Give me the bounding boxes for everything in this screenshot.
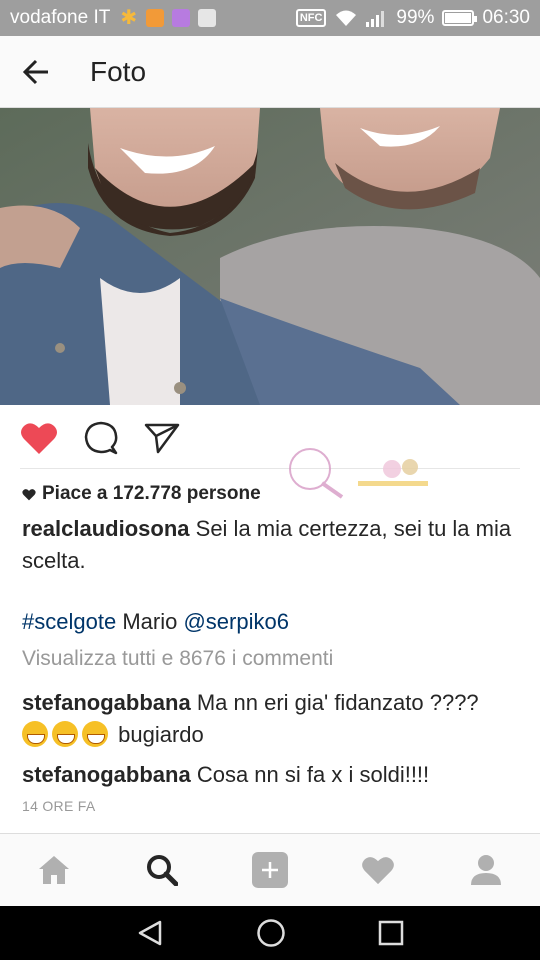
laughing-emoji-icon [82,721,108,747]
comment-username[interactable]: stefanogabbana [22,690,191,715]
gallery-icon [172,9,191,27]
divider [20,468,520,469]
tab-profile[interactable] [432,834,540,907]
status-bar: vodafone IT ✱ NFC 99% 06:30 [0,0,540,36]
likes-text: Piace a 172.778 persone [42,483,261,504]
comment-username[interactable]: stefanogabbana [22,762,191,787]
bottom-tab-bar [0,833,540,906]
profile-icon [471,855,501,885]
laughing-emoji-icon [52,721,78,747]
tab-add[interactable] [216,834,324,907]
share-icon[interactable] [144,422,180,454]
laughing-emoji-icon [22,721,48,747]
comment-item: stefanogabbana Cosa nn si fa x i soldi!!… [22,759,522,791]
pinwheel-icon: ✱ [120,7,138,29]
play-store-icon [198,9,217,27]
post-actions [0,405,540,471]
comment-icon[interactable] [84,421,118,455]
tab-search[interactable] [108,834,216,907]
comment-text: Ma nn eri gia' fidanzato ???? [196,690,479,715]
like-heart-icon[interactable] [20,421,58,455]
hashtag-link[interactable]: #scelgote [22,609,116,634]
post-photo[interactable] [0,108,540,405]
arrow-left-icon [22,59,48,84]
page-title: Foto [90,55,147,87]
android-nav-bar [0,906,540,960]
battery-percent: 99% [396,7,435,28]
author-username[interactable]: realclaudiosona [22,516,190,541]
battery-icon [442,10,478,26]
home-icon [39,856,69,884]
likes-count[interactable]: Piace a 172.778 persone [22,483,261,505]
nav-home-icon[interactable] [256,918,286,948]
post-caption: realclaudiosona Sei la mia certezza, sei… [22,513,518,577]
post-timestamp: 14 ORE FA [22,798,96,814]
app-notification-icon [146,9,165,27]
watermark-logo [289,448,428,499]
tab-activity[interactable] [324,834,432,907]
photo-image [0,108,540,405]
comment-text: Cosa nn si fa x i soldi!!!! [196,762,430,787]
tab-home[interactable] [0,834,108,907]
wifi-icon [336,10,357,26]
clock: 06:30 [482,7,530,28]
add-icon [252,852,288,888]
comment-item: stefanogabbana Ma nn eri gia' fidanzato … [22,687,522,751]
nfc-icon: NFC [295,9,327,27]
mention-link[interactable]: @serpiko6 [183,609,289,634]
small-heart-icon [22,488,36,500]
nav-back-icon[interactable] [136,919,164,947]
view-all-comments-link[interactable]: Visualizza tutti e 8676 i commenti [22,647,333,671]
search-icon [147,855,178,886]
post-tags: #scelgote Mario @serpiko6 [22,606,289,638]
app-header: Foto [0,36,540,108]
back-button[interactable] [0,36,72,108]
tag-text: Mario [122,609,178,634]
heart-icon [362,857,394,885]
comment-text-continued: bugiardo [118,722,204,747]
nav-recents-icon[interactable] [378,920,404,946]
notification-icons: ✱ [120,7,217,29]
carrier-name: vodafone IT [10,7,111,28]
signal-icon [366,11,385,27]
